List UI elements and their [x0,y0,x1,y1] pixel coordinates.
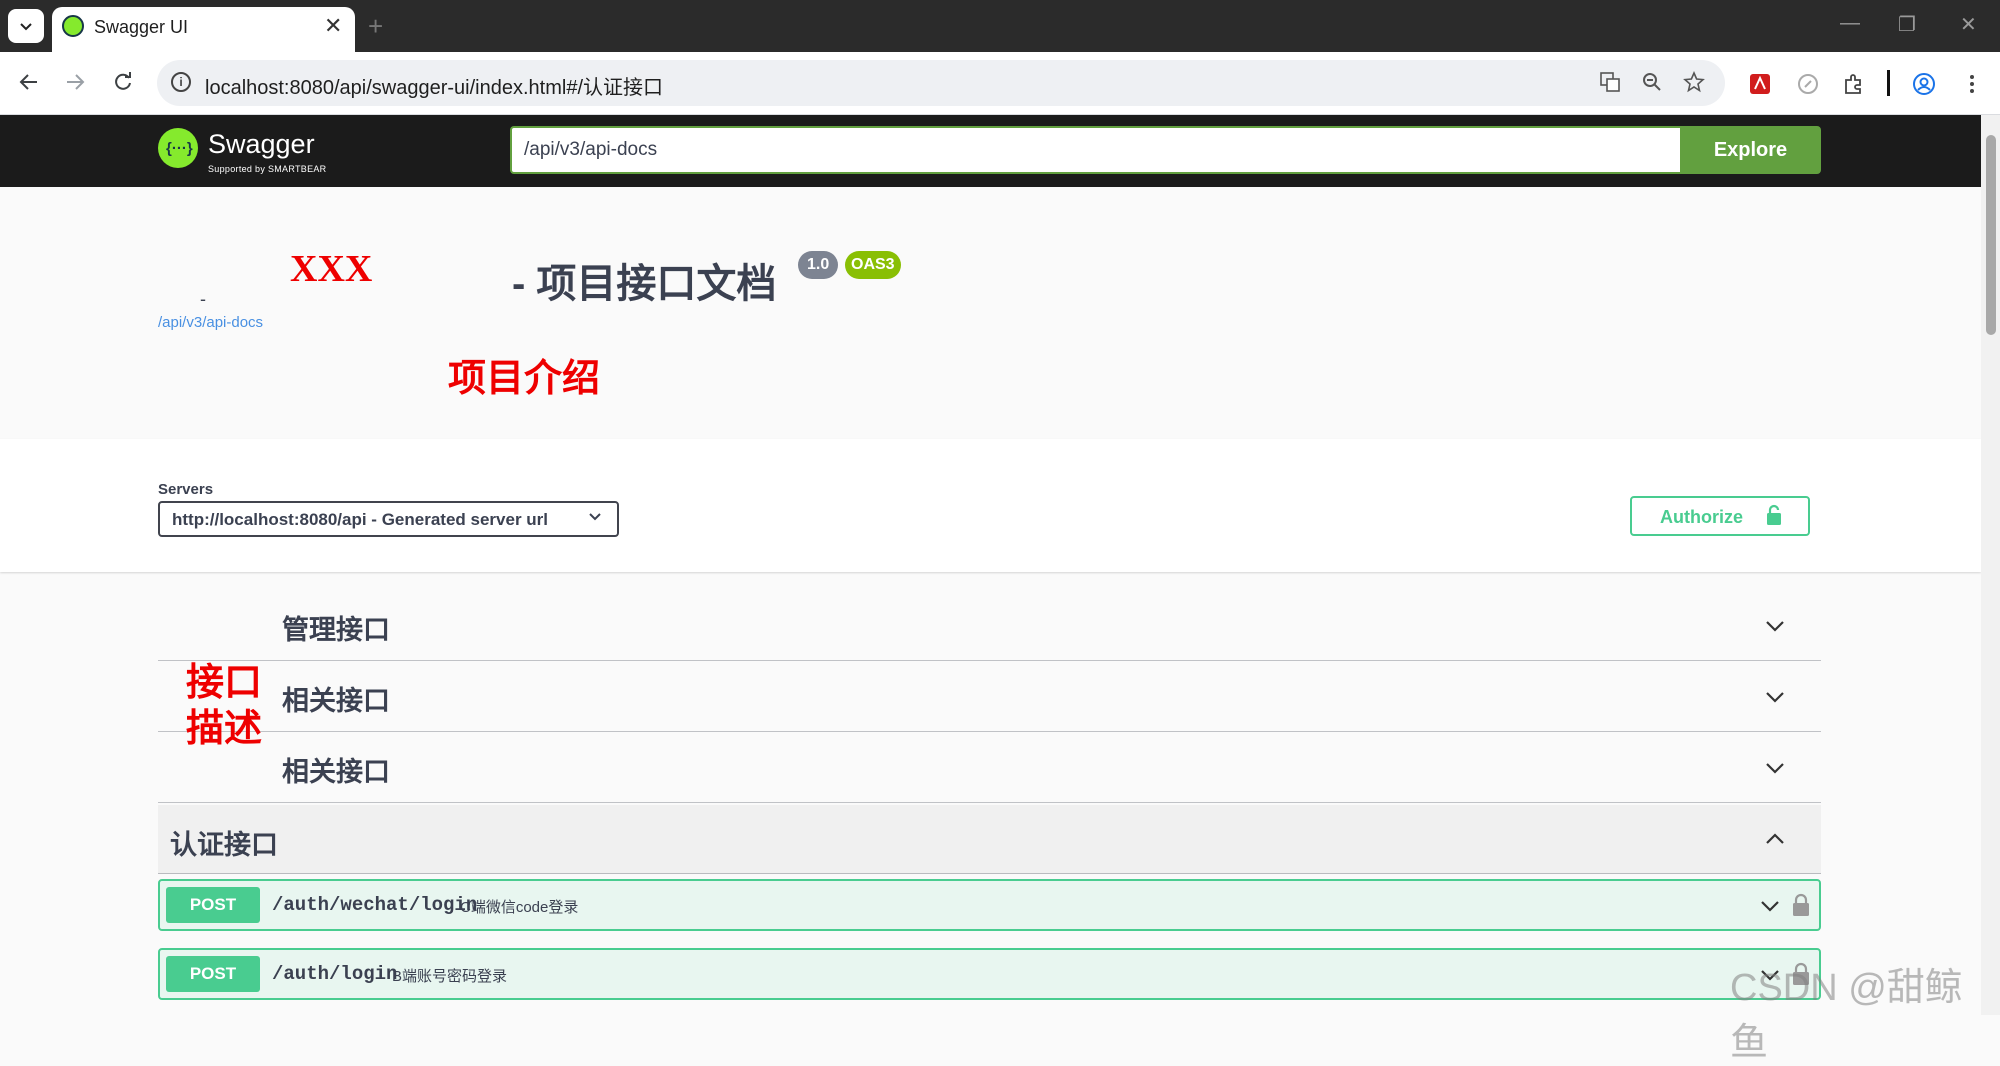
tag-section-related-2[interactable]: 相关接口 [158,732,1821,803]
version-badge: 1.0 [798,251,839,279]
translate-icon[interactable] [1599,71,1621,99]
chevron-down-icon[interactable] [1763,756,1787,780]
tab-title: Swagger UI [94,17,189,37]
tab-search-button[interactable] [8,9,44,43]
close-window-button[interactable]: ✕ [1960,12,1977,37]
browser-toolbar: i localhost:8080/api/swagger-ui/index.ht… [0,52,2000,115]
swagger-logo-braces: {···} [166,140,193,157]
page-scrollbar[interactable] [1981,115,2000,1015]
authorize-label: Authorize [1660,507,1743,527]
swagger-logo-icon[interactable]: {···} [158,128,198,168]
tag-description-annotation: 接口描述 [186,662,263,750]
browser-menu-icon[interactable] [1960,72,1984,102]
lock-icon[interactable] [1792,893,1810,917]
profile-avatar-icon[interactable] [1912,72,1936,102]
compass-extension-icon[interactable] [1796,72,1820,102]
project-description: 项目介绍 [448,358,601,400]
operation-summary: C端微信code登录 [460,899,579,916]
operation-post-wechat-login[interactable]: POST /auth/wechat/login C端微信code登录 [158,879,1821,931]
spec-link[interactable]: /api/v3/api-docs [158,314,263,331]
page-title: - 项目接口文档 [512,262,777,306]
extensions-puzzle-icon[interactable] [1842,72,1866,102]
unlock-icon [1767,504,1781,525]
tab-close-icon[interactable]: ✕ [324,13,342,39]
authorize-button[interactable]: Authorize [1630,496,1810,536]
servers-select[interactable]: http://localhost:8080/api - Generated se… [158,501,619,537]
tag-title: 管理接口 [282,615,390,645]
reload-button[interactable] [108,67,138,97]
operation-path: /auth/login [272,963,398,985]
tag-title: 相关接口 [282,686,390,716]
reload-icon [115,72,131,90]
tag-section-auth[interactable]: 认证接口 [158,805,1821,874]
address-bar[interactable]: i localhost:8080/api/swagger-ui/index.ht… [157,60,1725,106]
operation-path: /auth/wechat/login [272,894,478,916]
back-button[interactable] [14,67,44,97]
operation-post-login[interactable]: POST /auth/login B端账号密码登录 [158,948,1821,1000]
tag-title: 认证接口 [170,830,278,860]
swagger-topbar: {···} Swagger Supported by SMARTBEAR Exp… [0,115,1981,187]
chevron-down-icon[interactable] [1758,894,1782,918]
chevron-down-icon [20,23,32,31]
chevron-down-icon [586,507,604,530]
tag-section-related-1[interactable]: 相关接口 [158,661,1821,732]
chevron-down-icon[interactable] [1763,614,1787,638]
chevron-up-icon[interactable] [1763,827,1787,851]
project-name-annotation: XXX [290,248,373,290]
scrollbar-thumb[interactable] [1986,135,1996,335]
swagger-logo-text[interactable]: Swagger [208,129,315,160]
new-tab-button[interactable]: + [368,11,383,42]
csdn-watermark: CSDN @甜鲸鱼 [1730,967,1963,1064]
oas-badge: OAS3 [845,251,901,279]
spec-url-input[interactable] [510,126,1680,174]
bookmark-star-icon[interactable] [1683,70,1705,99]
operation-summary: B端账号密码登录 [392,968,508,985]
method-badge: POST [166,887,260,923]
zoom-icon[interactable] [1641,71,1663,99]
arrow-left-icon [19,74,37,90]
servers-label: Servers [158,481,214,498]
explore-button[interactable]: Explore [1680,126,1821,174]
toolbar-divider [1887,70,1890,96]
pdf-extension-icon[interactable] [1748,72,1772,102]
chevron-down-icon[interactable] [1763,685,1787,709]
minimize-button[interactable]: — [1840,12,1860,35]
api-info-section: XXX - 项目接口文档 1.0 OAS3 - /api/v3/api-docs… [0,187,1981,439]
smartbear-subtitle: Supported by SMARTBEAR [208,164,327,174]
forward-button[interactable] [60,67,90,97]
swagger-favicon-icon [62,15,84,37]
arrow-right-icon [67,74,85,90]
selected-server: http://localhost:8080/api - Generated se… [172,510,549,529]
tag-title: 相关接口 [282,757,390,787]
browser-tab-bar: Swagger UI ✕ + — ❐ ✕ [0,0,2000,52]
method-badge: POST [166,956,260,992]
site-info-icon[interactable]: i [171,72,191,92]
url-text[interactable]: localhost:8080/api/swagger-ui/index.html… [205,71,663,100]
info-dash: - [200,289,206,309]
browser-tab-swagger[interactable]: Swagger UI ✕ [52,7,355,52]
scheme-container: Servers http://localhost:8080/api - Gene… [0,439,1981,572]
restore-button[interactable]: ❐ [1898,12,1916,37]
tag-section-admin[interactable]: 管理接口 [158,590,1821,661]
